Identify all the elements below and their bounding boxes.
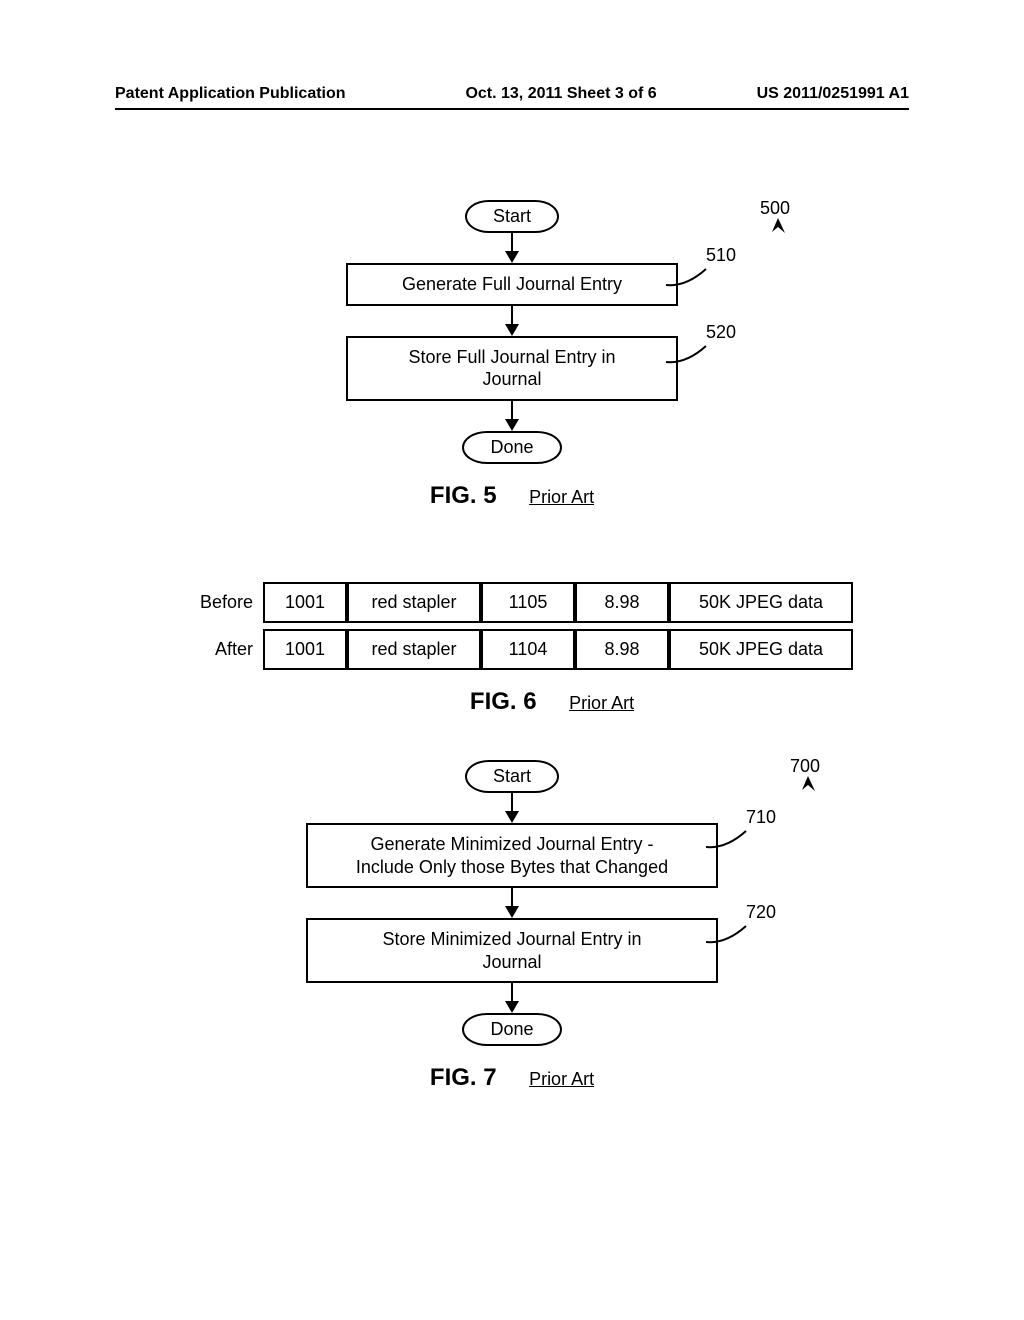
ref-510: 510	[706, 245, 736, 266]
cell: 1104	[481, 629, 575, 670]
fig5-step2: Store Full Journal Entry in Journal	[346, 336, 678, 401]
cell: red stapler	[347, 582, 481, 623]
leader-720	[706, 924, 750, 948]
cell: 8.98	[575, 582, 669, 623]
figure-5: 500 Start Generate Full Journal Entry 51…	[0, 200, 1024, 510]
cell: 1001	[263, 629, 347, 670]
arrow	[505, 233, 519, 263]
fig5-prior-art: Prior Art	[529, 487, 594, 507]
fig5-caption: FIG. 5 Prior Art	[0, 482, 1024, 510]
fig7-done: Done	[462, 1013, 561, 1046]
header-right: US 2011/0251991 A1	[757, 85, 909, 103]
cell: 8.98	[575, 629, 669, 670]
fig5-step2-line2: Journal	[482, 369, 541, 389]
fig5-done: Done	[462, 431, 561, 464]
leader-520	[666, 344, 710, 368]
fig7-caption-title: FIG. 7	[430, 1064, 497, 1091]
cell: 50K JPEG data	[669, 629, 853, 670]
cell: 1001	[263, 582, 347, 623]
arrow	[505, 401, 519, 431]
fig7-step2-line1: Store Minimized Journal Entry in	[382, 929, 641, 949]
cell: red stapler	[347, 629, 481, 670]
fig7-step2-line2: Journal	[482, 952, 541, 972]
fig6-prior-art: Prior Art	[569, 693, 634, 713]
fig7-step1: Generate Minimized Journal Entry - Inclu…	[306, 823, 718, 888]
fig7-step2: Store Minimized Journal Entry in Journal	[306, 918, 718, 983]
leader-710	[706, 829, 750, 853]
fig6-caption-title: FIG. 6	[470, 688, 537, 715]
cell: 50K JPEG data	[669, 582, 853, 623]
arrow	[505, 793, 519, 823]
cell: 1105	[481, 582, 575, 623]
fig5-caption-title: FIG. 5	[430, 482, 497, 509]
ref-520: 520	[706, 322, 736, 343]
page: Patent Application Publication Oct. 13, …	[0, 0, 1024, 1320]
figure-7: 700 Start Generate Minimized Journal Ent…	[0, 760, 1024, 1092]
fig5-start: Start	[465, 200, 559, 233]
ref-710: 710	[746, 807, 776, 828]
fig5-step2-line1: Store Full Journal Entry in	[408, 347, 615, 367]
table-row-before: Before 1001 red stapler 1105 8.98 50K JP…	[171, 582, 853, 623]
header-center: Oct. 13, 2011 Sheet 3 of 6	[346, 85, 757, 103]
fig5-step1: Generate Full Journal Entry	[346, 263, 678, 306]
row-label-after: After	[171, 639, 263, 660]
table-row-after: After 1001 red stapler 1104 8.98 50K JPE…	[171, 629, 853, 670]
arrow	[505, 983, 519, 1013]
fig7-step1-line2: Include Only those Bytes that Changed	[356, 857, 668, 877]
arrow	[505, 306, 519, 336]
fig7-start: Start	[465, 760, 559, 793]
leader-510	[666, 267, 710, 291]
page-header: Patent Application Publication Oct. 13, …	[115, 85, 909, 103]
fig7-prior-art: Prior Art	[529, 1069, 594, 1089]
fig6-caption: FIG. 6 Prior Art	[171, 688, 853, 716]
figure-6: Before 1001 red stapler 1105 8.98 50K JP…	[171, 576, 853, 716]
ref-720: 720	[746, 902, 776, 923]
fig7-step1-line1: Generate Minimized Journal Entry -	[370, 834, 653, 854]
row-label-before: Before	[171, 592, 263, 613]
arrow	[505, 888, 519, 918]
header-rule	[115, 108, 909, 110]
fig7-caption: FIG. 7 Prior Art	[0, 1064, 1024, 1092]
header-left: Patent Application Publication	[115, 85, 346, 103]
